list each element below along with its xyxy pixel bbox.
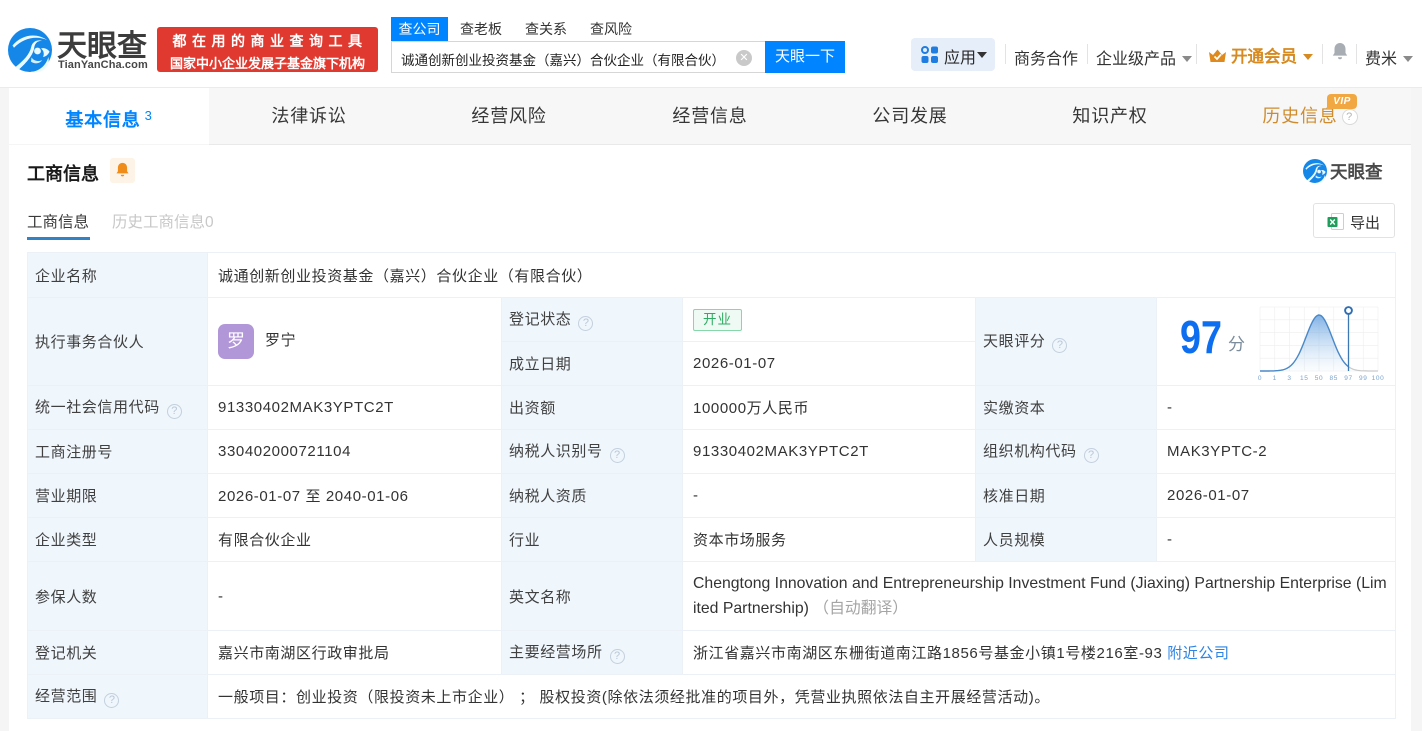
svg-text:97: 97	[1344, 375, 1352, 382]
svg-text:99: 99	[1359, 375, 1367, 382]
svg-text:3: 3	[1287, 375, 1291, 382]
svg-text:1: 1	[1273, 375, 1277, 382]
svg-text:100: 100	[1372, 375, 1385, 382]
svg-text:15: 15	[1300, 375, 1308, 382]
svg-text:0: 0	[1258, 375, 1262, 382]
svg-text:50: 50	[1315, 375, 1323, 382]
svg-text:85: 85	[1330, 375, 1338, 382]
